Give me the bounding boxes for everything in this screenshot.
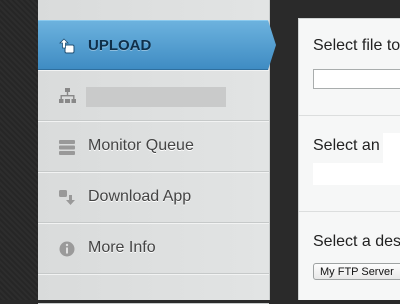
sidebar-item-label: More Info (88, 239, 156, 256)
sidebar-item-label: UPLOAD (88, 37, 152, 54)
sidebar-item-monitor-queue[interactable]: Monitor Queue (38, 121, 269, 172)
redacted-label (86, 87, 226, 107)
sidebar-item-more-info[interactable]: More Info (38, 223, 269, 274)
network-icon (58, 87, 76, 105)
sidebar-item-redacted[interactable] (38, 70, 269, 121)
redacted-field (313, 163, 400, 185)
sidebar: UPLOAD Monitor Queue Download App More I… (38, 0, 276, 304)
upload-panel: Select file to Select an Select a des My… (298, 18, 400, 300)
destination-heading: Select a des (313, 233, 400, 250)
download-app-icon (58, 189, 76, 207)
sidebar-item-upload[interactable]: UPLOAD (38, 20, 276, 70)
second-section-heading: Select an (313, 137, 380, 154)
second-section: Select an (299, 115, 400, 212)
destination-section: Select a des (299, 211, 400, 301)
sidebar-item-label: Download App (88, 188, 192, 205)
queue-icon (58, 138, 76, 156)
left-rail (0, 0, 38, 300)
sidebar-item-download-app[interactable]: Download App (38, 172, 269, 223)
redacted-block (383, 133, 400, 163)
upload-icon (58, 37, 76, 55)
file-select-section: Select file to (299, 19, 400, 116)
info-icon (58, 240, 76, 258)
file-input[interactable] (313, 69, 400, 89)
file-select-heading: Select file to (313, 37, 400, 54)
destination-select[interactable]: My FTP Server (313, 263, 400, 280)
sidebar-item-label: Monitor Queue (88, 137, 194, 154)
